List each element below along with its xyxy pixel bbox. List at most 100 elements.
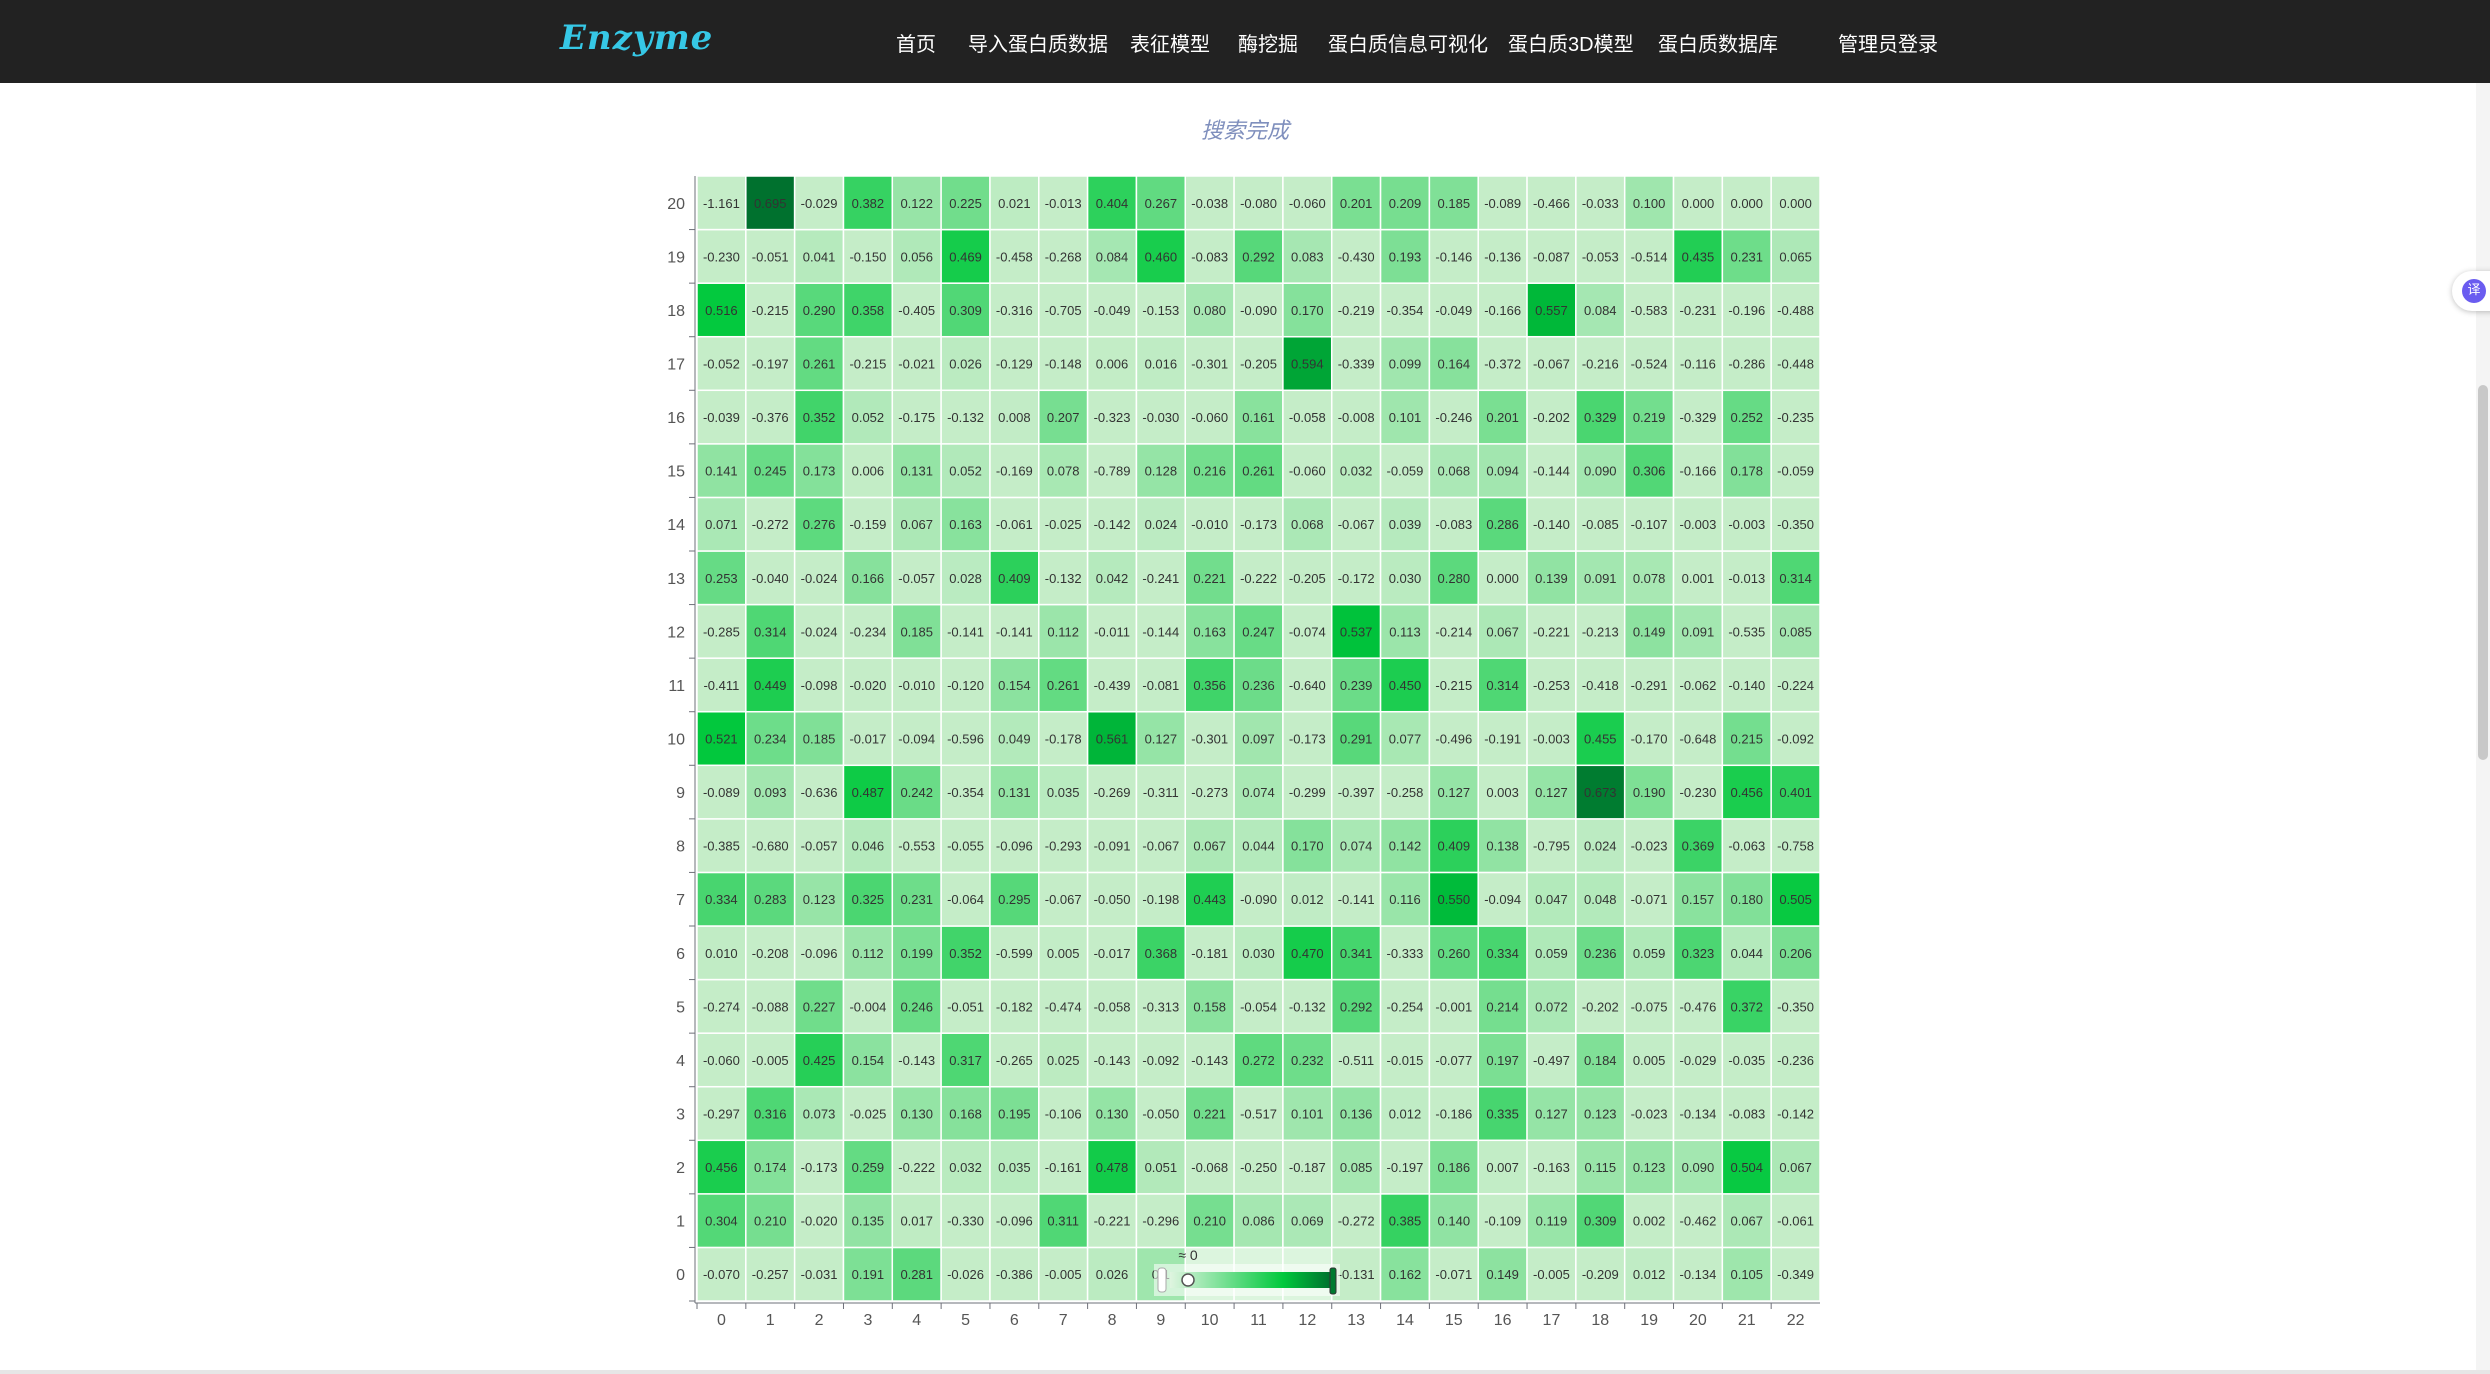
heatmap-cell-label: 0.101: [1291, 1107, 1324, 1122]
heatmap-cell-label: 0.139: [1535, 571, 1568, 586]
heatmap-cell-label: 0.078: [1633, 571, 1666, 586]
heatmap-cell-label: 0.557: [1535, 303, 1568, 318]
heatmap-cell-label: -0.091: [1094, 839, 1131, 854]
heatmap-cell-label: -0.021: [898, 357, 935, 372]
heatmap-cell-label: -0.221: [1094, 1214, 1131, 1229]
heatmap-cell-label: 0.272: [1242, 1053, 1275, 1068]
heatmap-cell-label: -0.132: [1289, 999, 1326, 1014]
scrollbar-thumb[interactable]: [2478, 385, 2488, 760]
heatmap-cell-label: -0.405: [898, 303, 935, 318]
heatmap-cell-label: -0.096: [996, 1214, 1033, 1229]
heatmap-cell-label: 0.154: [852, 1053, 885, 1068]
heatmap-cell-label: -0.535: [1728, 624, 1765, 639]
heatmap-cell-label: 0.456: [1730, 785, 1763, 800]
heatmap-cell-label: 0.074: [1242, 785, 1275, 800]
heatmap-cell-label: -0.170: [1631, 732, 1668, 747]
heatmap-cell-label: -0.003: [1679, 517, 1716, 532]
heatmap-cell-label: -0.272: [752, 517, 789, 532]
heatmap-cell-label: -0.372: [1484, 357, 1521, 372]
heatmap-cell-label: 0.059: [1633, 946, 1666, 961]
heatmap-cell-label: -0.088: [752, 999, 789, 1014]
heatmap-cell-label: -0.059: [1777, 464, 1814, 479]
heatmap-cell-label: -0.096: [996, 839, 1033, 854]
heatmap-cell-label: 0.127: [1535, 785, 1568, 800]
visual-map-handle-right[interactable]: [1329, 1267, 1337, 1295]
heatmap-cell-label: -0.031: [801, 1267, 838, 1282]
heatmap-cell-label: -0.386: [996, 1267, 1033, 1282]
heatmap-cell-label: 0.334: [1486, 946, 1519, 961]
heatmap-cell-label: 0.201: [1486, 410, 1519, 425]
heatmap-cell-label: -0.055: [947, 839, 984, 854]
heatmap-cell-label: -0.257: [752, 1267, 789, 1282]
heatmap-cell-label: -0.092: [1777, 732, 1814, 747]
heatmap-cell-label: -0.169: [996, 464, 1033, 479]
heatmap-cell-label: 0.049: [998, 732, 1031, 747]
heatmap-cell-label: 0.286: [1486, 517, 1519, 532]
heatmap-cell-label: -0.299: [1289, 785, 1326, 800]
heatmap-cell-label: 0.199: [900, 946, 933, 961]
heatmap-cell-label: -0.141: [996, 624, 1033, 639]
heatmap-cell-label: -0.596: [947, 732, 984, 747]
heatmap-cell-label: -0.143: [1094, 1053, 1131, 1068]
heatmap-cell-label: 0.449: [754, 678, 787, 693]
y-tick-label: 2: [676, 1160, 685, 1177]
translate-icon: 译: [2462, 279, 2486, 303]
heatmap-cell-label: 0.136: [1340, 1107, 1373, 1122]
heatmap-cell-label: 0.000: [1486, 571, 1519, 586]
x-tick-label: 14: [1396, 1312, 1414, 1329]
heatmap-cell-label: 0.044: [1242, 839, 1275, 854]
heatmap-cell-label: -0.496: [1435, 732, 1472, 747]
heatmap-cell-label: 0.234: [754, 732, 787, 747]
heatmap-cell-label: -0.350: [1777, 517, 1814, 532]
heatmap-cell-label: -0.143: [898, 1053, 935, 1068]
y-tick-label: 14: [667, 517, 685, 534]
heatmap-cell-label: 0.185: [1438, 196, 1471, 211]
heatmap-cell-label: 0.078: [1047, 464, 1080, 479]
heatmap-cell-label: -0.029: [801, 196, 838, 211]
heatmap-cell-label: -0.458: [996, 249, 1033, 264]
heatmap-cell-label: 0.210: [1193, 1214, 1226, 1229]
heatmap-cell-label: -0.497: [1533, 1053, 1570, 1068]
heatmap-cell-label: -0.064: [947, 892, 984, 907]
heatmap-cell-label: -0.067: [1045, 892, 1082, 907]
heatmap-cell-label: -0.075: [1631, 999, 1668, 1014]
heatmap-cell-label: 0.341: [1340, 946, 1373, 961]
heatmap-cell-label: -0.705: [1045, 303, 1082, 318]
heatmap-cell-label: -0.035: [1728, 1053, 1765, 1068]
heatmap-cell-label: 0.227: [803, 999, 836, 1014]
heatmap-cell-label: 0.236: [1584, 946, 1617, 961]
x-tick-label: 2: [815, 1312, 824, 1329]
heatmap-cell-label: -0.040: [752, 571, 789, 586]
y-tick-label: 19: [667, 249, 685, 266]
heatmap-cell-label: -0.049: [1094, 303, 1131, 318]
heatmap-cell-label: 0.065: [1779, 249, 1812, 264]
heatmap-cell-label: 0.382: [852, 196, 885, 211]
heatmap-cell-label: -0.354: [1387, 303, 1424, 318]
heatmap-cell-label: -0.144: [1142, 624, 1179, 639]
heatmap-cell-label: -0.060: [703, 1053, 740, 1068]
heatmap-cell-label: -0.214: [1435, 624, 1472, 639]
x-tick-label: 16: [1494, 1312, 1512, 1329]
visual-map-indicator[interactable]: [1181, 1273, 1195, 1287]
heatmap-cell-label: -0.333: [1387, 946, 1424, 961]
visual-map-handle-left[interactable]: [1157, 1267, 1167, 1293]
heatmap-cell-label: -0.057: [801, 839, 838, 854]
heatmap-cell-label: 0.131: [998, 785, 1031, 800]
heatmap-cell-label: 0.030: [1242, 946, 1275, 961]
heatmap-cell-label: -0.182: [996, 999, 1033, 1014]
heatmap-cell-label: -0.418: [1582, 678, 1619, 693]
heatmap-cell-label: 0.099: [1389, 357, 1422, 372]
heatmap-cell-label: 0.071: [705, 517, 738, 532]
heatmap-cell-label: 0.000: [1682, 196, 1715, 211]
heatmap-cell-label: -0.313: [1142, 999, 1179, 1014]
heatmap-cell-label: -0.057: [898, 571, 935, 586]
heatmap-cell-label: -0.462: [1679, 1214, 1716, 1229]
x-tick-label: 1: [766, 1312, 775, 1329]
heatmap-cell-label: 0.016: [1145, 357, 1178, 372]
heatmap-cell-label: 0.026: [1096, 1267, 1129, 1282]
heatmap-cell-label: 0.216: [1193, 464, 1226, 479]
heatmap-cell-label: -0.202: [1582, 999, 1619, 1014]
translate-widget[interactable]: 译: [2452, 271, 2490, 311]
x-tick-label: 17: [1543, 1312, 1561, 1329]
heatmap-cell-label: -0.253: [1533, 678, 1570, 693]
